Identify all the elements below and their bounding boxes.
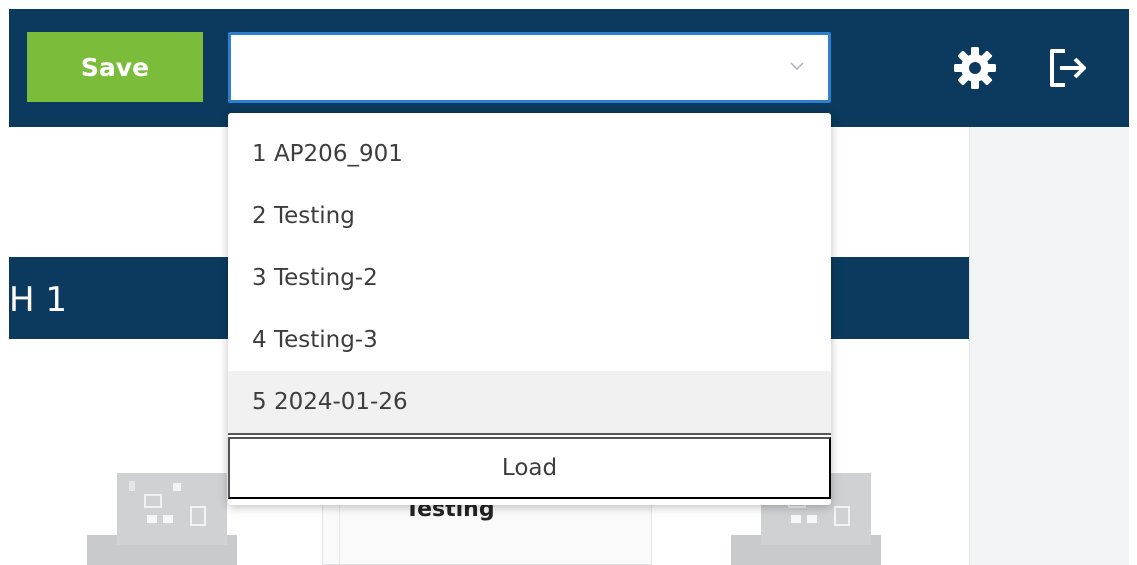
gear-icon[interactable] bbox=[952, 45, 998, 91]
app-frame: Save H 1 Testing 1 AP206_901 2 Testing 3… bbox=[9, 9, 1129, 565]
dropdown-option-label: 1 AP206_901 bbox=[252, 141, 403, 167]
profile-select[interactable] bbox=[228, 32, 831, 103]
profile-dropdown-menu: 1 AP206_901 2 Testing 3 Testing-2 4 Test… bbox=[228, 113, 831, 505]
dropdown-option-label: 2 Testing bbox=[252, 203, 355, 229]
dropdown-option-highlighted[interactable]: 5 2024-01-26 bbox=[228, 371, 831, 433]
section-header-label: H 1 bbox=[9, 280, 68, 320]
dropdown-divider bbox=[228, 433, 831, 435]
dropdown-option[interactable]: 3 Testing-2 bbox=[228, 247, 831, 309]
logout-icon[interactable] bbox=[1045, 45, 1091, 91]
top-toolbar: Save bbox=[9, 9, 1129, 127]
device-image bbox=[87, 473, 237, 565]
side-panel bbox=[969, 127, 1129, 565]
dropdown-option[interactable]: 2 Testing bbox=[228, 185, 831, 247]
load-button[interactable]: Load bbox=[228, 437, 831, 499]
dropdown-option-label: 5 2024-01-26 bbox=[252, 389, 408, 415]
chevron-down-icon bbox=[790, 62, 804, 71]
dropdown-option-label: 3 Testing-2 bbox=[252, 265, 378, 291]
save-button[interactable]: Save bbox=[27, 32, 203, 102]
dropdown-option-label: 4 Testing-3 bbox=[252, 327, 378, 353]
dropdown-option[interactable]: 1 AP206_901 bbox=[228, 123, 831, 185]
dropdown-option[interactable]: 4 Testing-3 bbox=[228, 309, 831, 371]
